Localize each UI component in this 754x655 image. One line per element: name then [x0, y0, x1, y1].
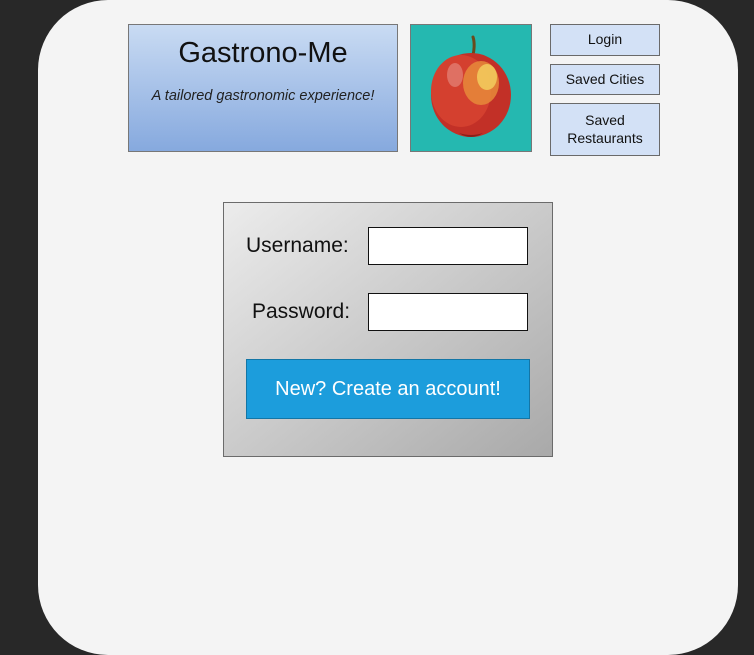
nav-column: Login Saved Cities SavedRestaurants — [550, 24, 660, 156]
saved-restaurants-button[interactable]: SavedRestaurants — [550, 103, 660, 156]
password-label: Password: — [246, 300, 358, 324]
username-row: Username: — [246, 227, 530, 265]
apple-icon — [411, 25, 532, 152]
saved-cities-button[interactable]: Saved Cities — [550, 64, 660, 96]
create-account-button[interactable]: New? Create an account! — [246, 359, 530, 419]
apple-image-tile — [410, 24, 532, 152]
header-row: Gastrono-Me A tailored gastronomic exper… — [38, 0, 738, 156]
password-input[interactable] — [368, 293, 528, 331]
password-row: Password: — [246, 293, 530, 331]
username-label: Username: — [246, 234, 358, 258]
brand-tagline: A tailored gastronomic experience! — [129, 88, 397, 104]
brand-title: Gastrono-Me — [129, 37, 397, 70]
login-card: Username: Password: New? Create an accou… — [223, 202, 553, 457]
app-panel: Gastrono-Me A tailored gastronomic exper… — [38, 0, 738, 655]
brand-card: Gastrono-Me A tailored gastronomic exper… — [128, 24, 398, 152]
username-input[interactable] — [368, 227, 528, 265]
login-nav-button[interactable]: Login — [550, 24, 660, 56]
